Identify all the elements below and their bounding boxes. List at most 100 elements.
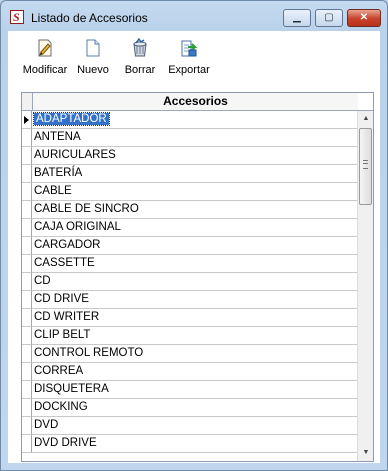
accesorio-text: CABLE DE SINCRO (34, 203, 139, 215)
app-logo-icon: S (10, 10, 24, 24)
accesorio-text: DVD DRIVE (34, 437, 97, 449)
table-row[interactable]: CARGADOR (22, 237, 358, 255)
accesorio-cell[interactable]: CORREA (32, 363, 358, 381)
scroll-thumb[interactable] (359, 128, 372, 205)
grid-rows: ADAPTADOR ANTENA AURICULARES BATERÍA CABLE CA… (22, 111, 358, 453)
row-indicator[interactable] (22, 237, 32, 255)
row-indicator[interactable] (22, 399, 32, 417)
table-row[interactable]: CD DRIVE (22, 291, 358, 309)
accesorio-cell[interactable]: DVD DRIVE (32, 435, 358, 453)
accesorio-text: DVD (34, 419, 59, 431)
exportar-button[interactable]: Exportar (166, 38, 212, 84)
borrar-button[interactable]: Borrar (121, 38, 159, 84)
accesorio-text: ADAPTADOR (33, 112, 110, 126)
accesorio-text: CARGADOR (34, 239, 101, 251)
accesorio-text: CASSETTE (34, 257, 95, 269)
accesorio-cell[interactable]: DOCKING (32, 399, 358, 417)
accesorio-cell[interactable]: AURICULARES (32, 147, 358, 165)
row-indicator[interactable] (22, 435, 32, 453)
row-indicator[interactable] (22, 345, 32, 363)
vertical-scrollbar[interactable]: ▲ ▼ (357, 111, 373, 461)
column-header-accesorios[interactable]: Accesorios (33, 93, 358, 110)
row-indicator[interactable] (22, 417, 32, 435)
title-bar[interactable]: S Listado de Accesorios ▁ ▢ ✕ (1, 1, 387, 31)
recycle-bin-icon (133, 38, 147, 57)
accesorio-text: CORREA (34, 365, 84, 377)
row-indicator[interactable] (22, 273, 32, 291)
accesorio-cell[interactable]: ADAPTADOR (32, 111, 358, 129)
row-indicator[interactable] (22, 327, 32, 345)
accesorio-cell[interactable]: CONTROL REMOTO (32, 345, 358, 363)
accesorio-cell[interactable]: CD DRIVE (32, 291, 358, 309)
accesorio-cell[interactable]: CABLE DE SINCRO (32, 201, 358, 219)
accesorio-text: CONTROL REMOTO (34, 347, 144, 359)
accesorio-cell[interactable]: CD WRITER (32, 309, 358, 327)
row-indicator[interactable] (22, 219, 32, 237)
row-indicator[interactable] (22, 183, 32, 201)
accesorio-cell[interactable]: BATERÍA (32, 165, 358, 183)
window-title: Listado de Accesorios (31, 11, 148, 25)
row-indicator[interactable] (22, 255, 32, 273)
table-row[interactable]: DISQUETERA (22, 381, 358, 399)
accesorio-text: ANTENA (34, 131, 81, 143)
accesorio-cell[interactable]: CABLE (32, 183, 358, 201)
minimize-button[interactable]: ▁ (283, 9, 311, 27)
row-indicator[interactable] (22, 111, 32, 129)
row-indicator[interactable] (22, 165, 32, 183)
accesorio-cell[interactable]: DVD (32, 417, 358, 435)
accesorio-text: DISQUETERA (34, 383, 109, 395)
row-indicator[interactable] (22, 201, 32, 219)
accesorio-text: CD DRIVE (34, 293, 89, 305)
accesorio-cell[interactable]: CASSETTE (32, 255, 358, 273)
table-row[interactable]: CD WRITER (22, 309, 358, 327)
header-indicator-cell (22, 93, 33, 110)
exportar-label: Exportar (168, 64, 210, 76)
table-row[interactable]: CLIP BELT (22, 327, 358, 345)
table-row[interactable]: BATERÍA (22, 165, 358, 183)
table-row[interactable]: DOCKING (22, 399, 358, 417)
scroll-up-button[interactable]: ▲ (358, 111, 373, 127)
window: S Listado de Accesorios ▁ ▢ ✕ Modificar … (0, 0, 388, 471)
accesorio-text: DOCKING (34, 401, 88, 413)
table-row[interactable]: DVD (22, 417, 358, 435)
table-row[interactable]: CD (22, 273, 358, 291)
accesorio-cell[interactable]: CARGADOR (32, 237, 358, 255)
accesorio-text: CD (34, 275, 51, 287)
modificar-label: Modificar (22, 64, 68, 76)
accesorio-cell[interactable]: CD (32, 273, 358, 291)
table-row[interactable]: CABLE DE SINCRO (22, 201, 358, 219)
table-row[interactable]: CABLE (22, 183, 358, 201)
client-area: Modificar Nuevo Borrar Exportar Accesori… (8, 31, 380, 463)
row-indicator[interactable] (22, 381, 32, 399)
accesorio-cell[interactable]: DISQUETERA (32, 381, 358, 399)
accesorio-text: CLIP BELT (34, 329, 91, 341)
grip-icon (363, 160, 368, 169)
accesorio-cell[interactable]: CAJA ORIGINAL (32, 219, 358, 237)
row-indicator[interactable] (22, 129, 32, 147)
table-row[interactable]: CAJA ORIGINAL (22, 219, 358, 237)
nuevo-button[interactable]: Nuevo (75, 38, 111, 84)
table-row[interactable]: AURICULARES (22, 147, 358, 165)
table-row[interactable]: ANTENA (22, 129, 358, 147)
row-indicator[interactable] (22, 291, 32, 309)
maximize-button[interactable]: ▢ (315, 9, 343, 27)
modificar-button[interactable]: Modificar (22, 38, 68, 84)
accesorios-grid[interactable]: Accesorios ADAPTADOR ANTENA AURICULARES BAT… (21, 92, 374, 462)
new-document-icon (86, 39, 100, 57)
borrar-label: Borrar (124, 64, 156, 76)
row-indicator[interactable] (22, 309, 32, 327)
table-row[interactable]: ADAPTADOR (22, 111, 358, 129)
nuevo-label: Nuevo (77, 64, 109, 76)
row-indicator[interactable] (22, 147, 32, 165)
scroll-down-button[interactable]: ▼ (358, 445, 373, 461)
row-indicator[interactable] (22, 363, 32, 381)
table-row[interactable]: CASSETTE (22, 255, 358, 273)
accesorio-cell[interactable]: CLIP BELT (32, 327, 358, 345)
accesorio-cell[interactable]: ANTENA (32, 129, 358, 147)
accesorio-text: CABLE (34, 185, 72, 197)
close-button[interactable]: ✕ (347, 9, 381, 27)
table-row[interactable]: CORREA (22, 363, 358, 381)
edit-document-icon (38, 39, 52, 57)
table-row[interactable]: CONTROL REMOTO (22, 345, 358, 363)
table-row[interactable]: DVD DRIVE (22, 435, 358, 453)
